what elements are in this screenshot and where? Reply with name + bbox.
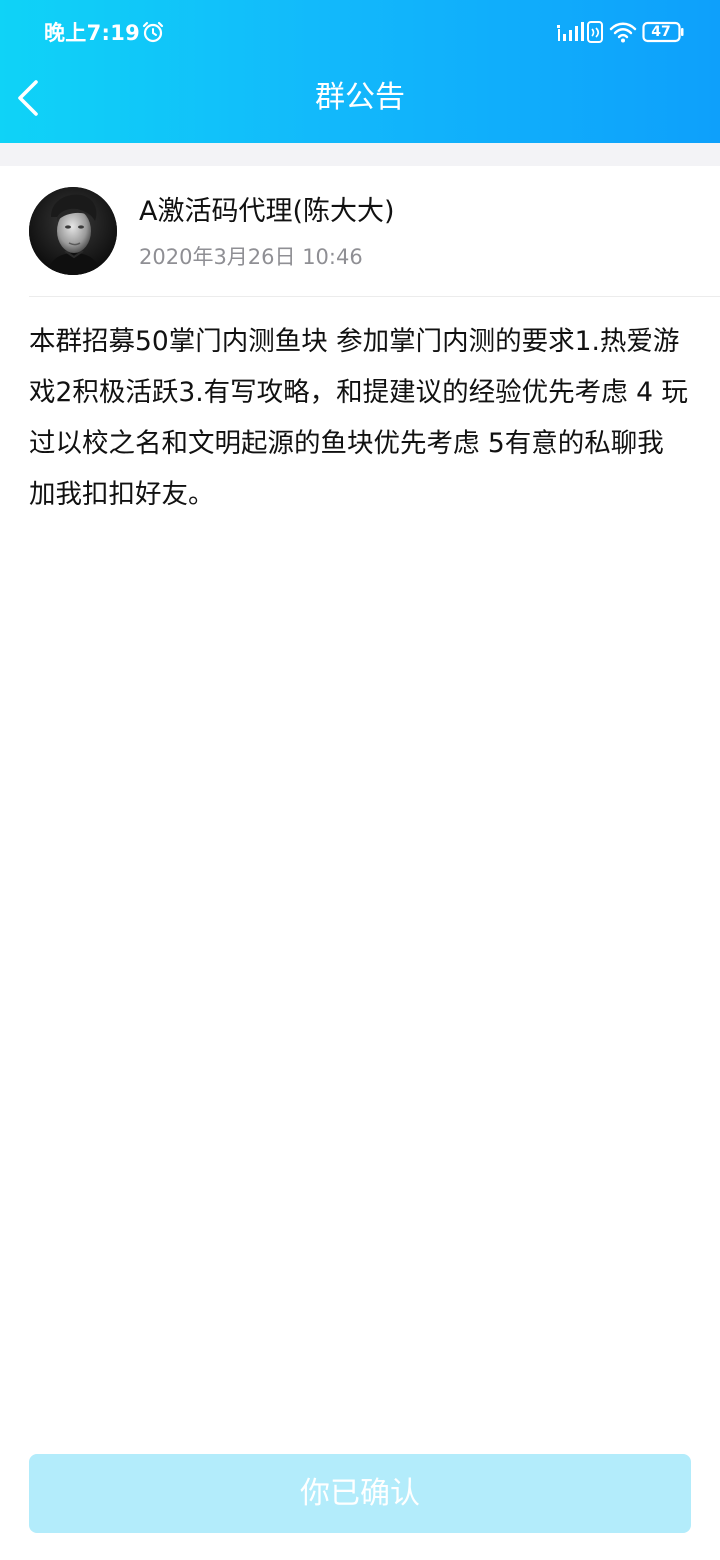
avatar-portrait-image [29, 187, 117, 275]
status-time: 晚上7:19 [44, 21, 141, 45]
battery-level: 47 [651, 24, 671, 40]
avatar[interactable] [29, 187, 117, 275]
nfc-icon [587, 21, 603, 43]
alarm-icon [142, 21, 164, 43]
status-bar: 晚上7:19 47 [0, 0, 720, 64]
post-timestamp: 2020年3月26日 10:46 [139, 245, 363, 269]
divider [29, 296, 720, 297]
announcement-body: 本群招募50掌门内测鱼块 参加掌门内测的要求1.热爱游戏2积极活跃3.有写攻略，… [29, 326, 688, 510]
confirmed-button[interactable]: 你已确认 [29, 1454, 691, 1533]
page-title: 群公告 [315, 80, 405, 115]
section-gap [0, 143, 720, 166]
signal-icon [557, 22, 584, 41]
announcement-header: A激活码代理(陈大大) 2020年3月26日 10:46 [0, 166, 720, 296]
app-header: 晚上7:19 47 群公告 [0, 0, 720, 143]
poster-name: A激活码代理(陈大大) [139, 196, 395, 227]
wifi-icon [609, 22, 637, 43]
